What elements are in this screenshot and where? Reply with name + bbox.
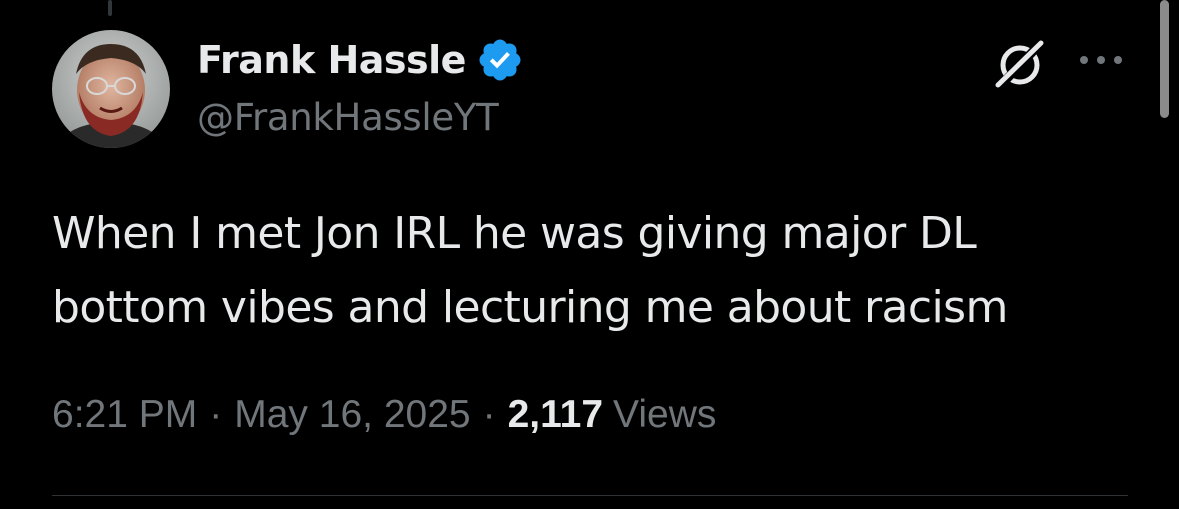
separator-dot: · [482, 393, 496, 436]
avatar[interactable] [52, 30, 170, 148]
tweet-text-line: When I met Jon IRL he was giving major D… [52, 208, 977, 259]
verified-badge-icon[interactable] [476, 36, 524, 84]
author-display-name[interactable]: Frank Hassle [197, 38, 466, 82]
tweet-date[interactable]: May 16, 2025 [234, 393, 470, 437]
author-handle[interactable]: @FrankHassleYT [197, 96, 499, 139]
tweet-metadata: 6:21 PM · May 16, 2025 · 2,117 Views [52, 390, 716, 440]
separator-dot: · [209, 393, 223, 436]
divider [52, 495, 1128, 496]
more-options-icon[interactable] [1076, 48, 1126, 72]
tweet-time[interactable]: 6:21 PM [52, 393, 197, 437]
tweet-text-line: bottom vibes and lecturing me about raci… [52, 282, 1008, 333]
tweet-text: When I met Jon IRL he was giving major D… [52, 197, 1132, 345]
thread-connector-line [108, 0, 112, 16]
author-name-row[interactable]: Frank Hassle [197, 34, 524, 86]
grok-icon[interactable] [992, 36, 1048, 92]
views-label[interactable]: Views [613, 393, 716, 437]
views-count[interactable]: 2,117 [508, 393, 603, 437]
scrollbar-thumb[interactable] [1160, 0, 1169, 118]
